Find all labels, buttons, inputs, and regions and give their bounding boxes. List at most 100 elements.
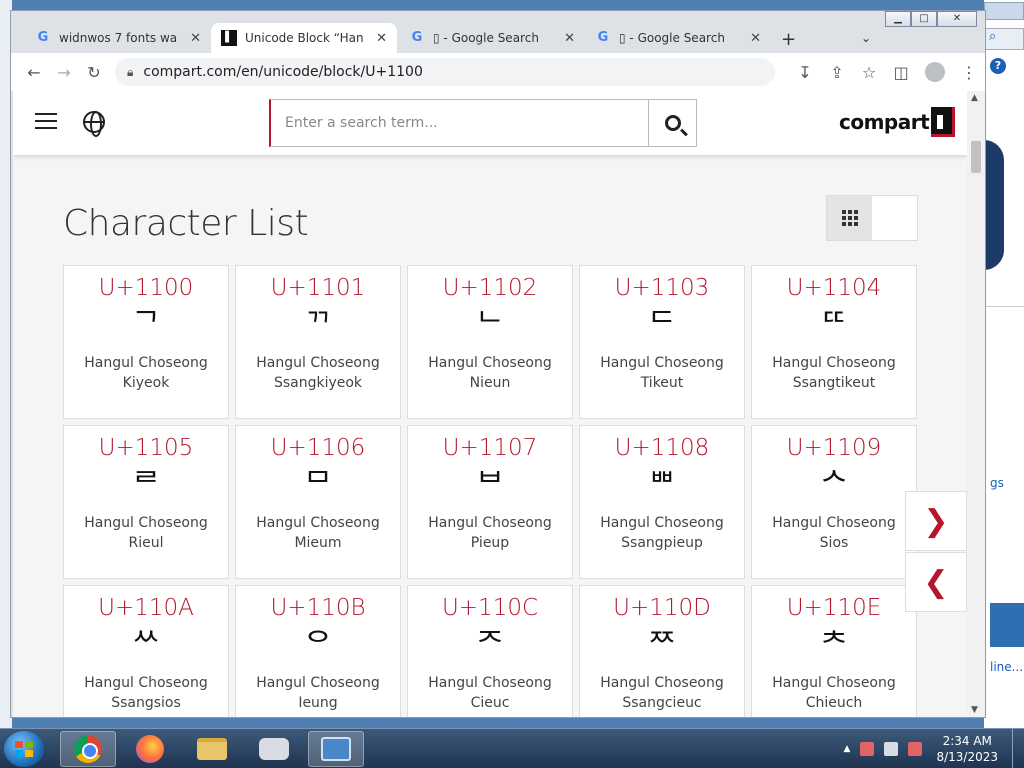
reload-icon[interactable]: ↻ — [79, 63, 109, 82]
tab-widnwos-fonts[interactable]: G widnwos 7 fonts wakeu ✕ — [25, 23, 211, 53]
character-glyph: ᄃ — [648, 307, 676, 342]
character-glyph: ᄌ — [476, 627, 504, 662]
chrome-icon — [74, 735, 102, 763]
character-card[interactable]: U+1108 ᄈ Hangul Choseong Ssangpieup — [579, 425, 745, 579]
character-card[interactable]: U+1102 ᄂ Hangul Choseong Nieun — [407, 265, 573, 419]
tab-google-search-1[interactable]: G ▯ - Google Search ✕ — [399, 23, 585, 53]
character-glyph: ᄍ — [648, 627, 676, 662]
character-card[interactable]: U+110B ᄋ Hangul Choseong Ieung — [235, 585, 401, 717]
language-globe-icon[interactable] — [83, 111, 105, 137]
character-code: U+1102 — [442, 275, 538, 301]
taskbar-file-explorer[interactable] — [184, 731, 240, 767]
site-header: compart — [13, 91, 967, 155]
compart-logo[interactable]: compart — [839, 107, 956, 137]
close-tab-icon[interactable]: ✕ — [190, 31, 201, 46]
network-icon[interactable] — [884, 742, 899, 756]
clock[interactable]: 2:34 AM 8/13/2023 — [936, 733, 998, 765]
clock-date: 8/13/2023 — [936, 750, 998, 764]
profile-avatar[interactable] — [925, 62, 945, 82]
install-app-icon[interactable]: ↧ — [789, 63, 821, 82]
character-glyph: ᄋ — [304, 627, 332, 662]
character-card[interactable]: U+1100 ᄀ Hangul Choseong Kiyeok — [63, 265, 229, 419]
taskbar-chrome[interactable] — [60, 731, 116, 767]
browser-toolbar: ← → ↻ 🔒︎ compart.com/en/unicode/block/U+… — [11, 53, 985, 91]
show-hidden-icons-icon[interactable]: ▲ — [844, 744, 851, 754]
share-icon[interactable]: ⇪ — [821, 63, 853, 82]
firefox-icon — [136, 735, 164, 763]
background-link-2[interactable]: line... — [990, 660, 1023, 674]
next-block-button[interactable]: ❯ — [905, 491, 967, 551]
side-panel-icon[interactable]: ◫ — [885, 63, 917, 82]
character-code: U+1109 — [786, 435, 882, 461]
taskbar-control-panel[interactable] — [308, 731, 364, 767]
control-panel-icon — [321, 737, 351, 761]
close-tab-icon[interactable]: ✕ — [750, 31, 761, 46]
background-window-controls[interactable] — [984, 2, 1024, 20]
background-search-icon[interactable]: ⌕ — [984, 28, 1024, 50]
character-card[interactable]: U+1104 ᄄ Hangul Choseong Ssangtikeut — [751, 265, 917, 419]
character-code: U+1104 — [786, 275, 882, 301]
kebab-menu-icon[interactable]: ⋮ — [953, 63, 985, 82]
volume-muted-icon[interactable] — [908, 742, 923, 756]
grid-view-button[interactable] — [827, 196, 872, 240]
compart-icon: ▌ — [221, 30, 237, 46]
help-icon[interactable]: ? — [990, 58, 1006, 74]
scrollbar-thumb[interactable] — [971, 141, 981, 173]
google-icon: G — [411, 30, 423, 45]
character-card[interactable]: U+1105 ᄅ Hangul Choseong Rieul — [63, 425, 229, 579]
forward-icon[interactable]: → — [49, 63, 79, 82]
new-tab-icon[interactable]: + — [781, 29, 796, 50]
character-name: Hangul Choseong Ssangpieup — [600, 515, 724, 551]
scroll-down-arrow-icon[interactable]: ▼ — [971, 705, 978, 715]
background-link[interactable]: gs — [990, 476, 1004, 490]
back-icon[interactable]: ← — [19, 63, 49, 82]
start-button[interactable] — [4, 731, 44, 767]
character-card[interactable]: U+1109 ᄉ Hangul Choseong Sios — [751, 425, 917, 579]
search-button[interactable] — [648, 100, 696, 146]
bookmark-star-icon[interactable]: ☆ — [853, 63, 885, 82]
character-card[interactable]: U+1103 ᄃ Hangul Choseong Tikeut — [579, 265, 745, 419]
chevron-right-icon: ❯ — [923, 503, 949, 539]
character-card[interactable]: U+1101 ᄁ Hangul Choseong Ssangkiyeok — [235, 265, 401, 419]
character-name: Hangul Choseong Ssangsios — [84, 675, 208, 711]
character-name: Hangul Choseong Rieul — [84, 515, 208, 551]
lock-icon[interactable]: 🔒︎ — [127, 65, 133, 80]
address-bar[interactable]: 🔒︎ compart.com/en/unicode/block/U+1100 — [115, 58, 775, 86]
character-card[interactable]: U+110A ᄊ Hangul Choseong Ssangsios — [63, 585, 229, 717]
character-name: Hangul Choseong Pieup — [428, 515, 552, 551]
tab-google-search-2[interactable]: G ▯ - Google Search ✕ — [585, 23, 771, 53]
character-glyph: ᄁ — [304, 307, 332, 342]
taskbar-ime[interactable] — [246, 731, 302, 767]
close-tab-icon[interactable]: ✕ — [564, 31, 575, 46]
tab-unicode-block[interactable]: ▌ Unicode Block “Hangu ✕ — [211, 23, 397, 53]
previous-block-button[interactable]: ❮ — [905, 552, 967, 612]
search-input[interactable] — [271, 100, 648, 146]
character-code: U+110A — [98, 595, 194, 621]
background-tile-image[interactable] — [990, 603, 1024, 647]
character-card[interactable]: U+110E ᄎ Hangul Choseong Chieuch — [751, 585, 917, 717]
taskbar-firefox[interactable] — [122, 731, 178, 767]
character-card[interactable]: U+110C ᄌ Hangul Choseong Cieuc — [407, 585, 573, 717]
page-scrollbar[interactable]: ▲ ▼ — [967, 91, 985, 717]
character-glyph: ᄊ — [132, 627, 160, 662]
grid-icon — [841, 210, 858, 226]
chrome-window: ▁ □ ✕ G widnwos 7 fonts wakeu ✕ ▌ Unicod… — [10, 10, 986, 718]
windows-logo-icon — [15, 741, 33, 757]
list-view-button[interactable] — [872, 196, 917, 240]
close-tab-icon[interactable]: ✕ — [376, 31, 387, 46]
hamburger-menu-icon[interactable] — [35, 113, 57, 131]
scroll-up-arrow-icon[interactable]: ▲ — [971, 93, 978, 103]
character-card[interactable]: U+110D ᄍ Hangul Choseong Ssangcieuc — [579, 585, 745, 717]
list-icon — [885, 196, 905, 240]
toolbar-actions: ↧ ⇪ ☆ ◫ ⋮ — [789, 62, 985, 82]
character-card[interactable]: U+1107 ᄇ Hangul Choseong Pieup — [407, 425, 573, 579]
tab-search-chevron-icon[interactable]: ⌄ — [861, 31, 871, 45]
action-center-flag-icon[interactable] — [860, 742, 875, 756]
character-glyph: ᄄ — [820, 307, 848, 342]
show-desktop-button[interactable] — [1012, 729, 1024, 768]
chevron-left-icon: ❮ — [923, 564, 949, 600]
globe-graphic — [984, 140, 1004, 270]
character-glyph: ᄅ — [132, 467, 160, 502]
character-code: U+1108 — [614, 435, 710, 461]
character-card[interactable]: U+1106 ᄆ Hangul Choseong Mieum — [235, 425, 401, 579]
